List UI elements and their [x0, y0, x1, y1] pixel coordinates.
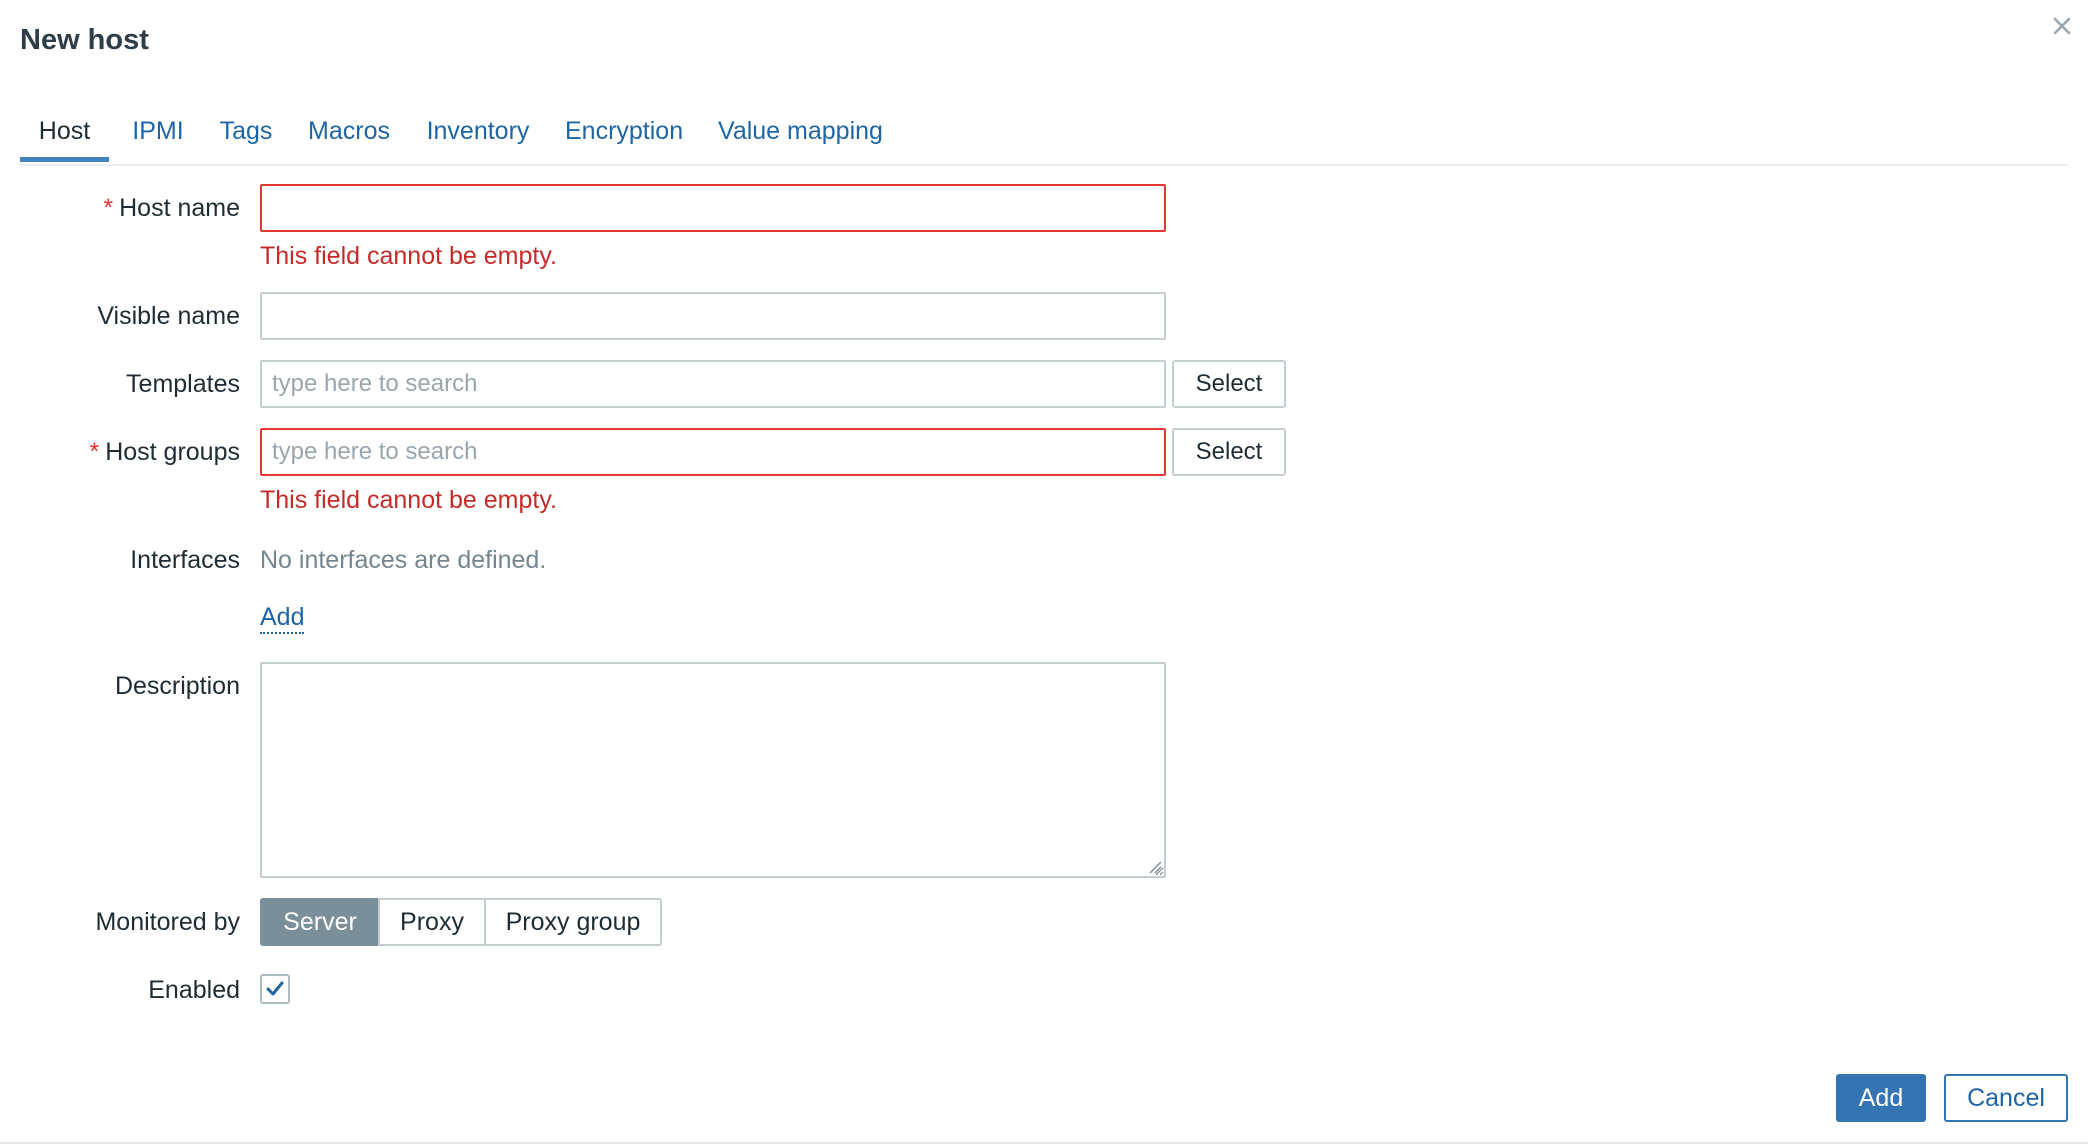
tab-bar: Host IPMI Tags Macros Inventory Encrypti…: [20, 112, 2068, 166]
host-groups-label: * Host groups: [89, 438, 240, 466]
tab-encryption[interactable]: Encryption: [565, 112, 683, 162]
required-mark: *: [103, 194, 114, 222]
monitored-by-server-option[interactable]: Server: [260, 898, 380, 946]
monitored-by-proxy-group-option[interactable]: Proxy group: [484, 898, 662, 946]
templates-search-input[interactable]: [260, 360, 1166, 408]
monitored-by-proxy-option[interactable]: Proxy: [378, 898, 486, 946]
templates-label: Templates: [126, 370, 240, 398]
host-name-error: This field cannot be empty.: [260, 242, 557, 270]
visible-name-input[interactable]: [260, 292, 1166, 340]
tab-inventory[interactable]: Inventory: [426, 112, 530, 162]
description-label: Description: [114, 672, 240, 700]
host-name-label: * Host name: [103, 194, 240, 222]
host-groups-search-input[interactable]: [260, 428, 1166, 476]
close-icon[interactable]: [2046, 10, 2078, 42]
visible-name-label: Visible name: [97, 302, 240, 330]
tab-host[interactable]: Host: [20, 112, 109, 162]
enabled-checkbox[interactable]: [260, 974, 290, 1004]
checkmark-icon: [266, 981, 284, 996]
add-button[interactable]: Add: [1836, 1074, 1926, 1122]
host-name-input[interactable]: [260, 184, 1166, 232]
tab-tags[interactable]: Tags: [218, 112, 274, 162]
dialog-title: New host: [20, 24, 149, 56]
monitored-by-segmented-control: Server Proxy Proxy group: [260, 898, 662, 946]
new-host-dialog: New host Host IPMI Tags Macros Inventory…: [0, 0, 2088, 1144]
interfaces-empty-text: No interfaces are defined.: [260, 546, 547, 574]
required-mark: *: [89, 438, 100, 466]
interfaces-label: Interfaces: [130, 546, 240, 574]
templates-select-button[interactable]: Select: [1172, 360, 1286, 408]
tab-ipmi[interactable]: IPMI: [128, 112, 188, 162]
description-textarea[interactable]: [260, 662, 1166, 878]
monitored-by-label: Monitored by: [95, 908, 240, 936]
tab-macros[interactable]: Macros: [308, 112, 390, 162]
host-groups-error: This field cannot be empty.: [260, 486, 557, 514]
enabled-label: Enabled: [148, 976, 240, 1004]
host-groups-select-button[interactable]: Select: [1172, 428, 1286, 476]
cancel-button[interactable]: Cancel: [1944, 1074, 2068, 1122]
add-interface-link[interactable]: Add: [260, 603, 305, 634]
tab-value-mapping[interactable]: Value mapping: [718, 112, 883, 162]
